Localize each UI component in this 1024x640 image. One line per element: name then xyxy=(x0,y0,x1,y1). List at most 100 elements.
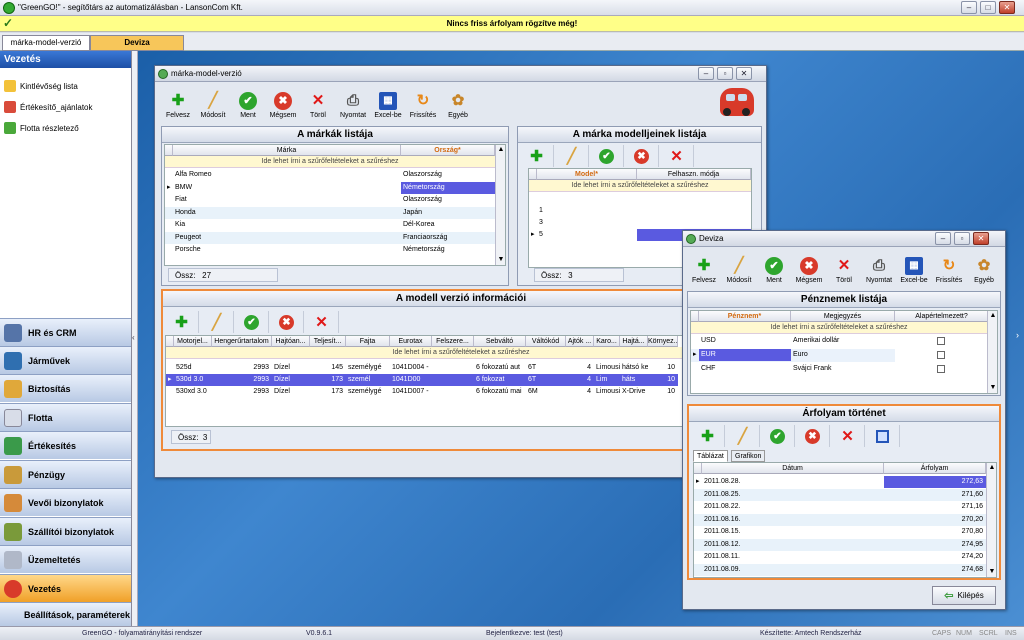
row-indicator[interactable] xyxy=(165,244,173,256)
brand-row[interactable]: Fiat Olaszország xyxy=(165,194,495,206)
grid-cell[interactable]: EUR xyxy=(699,349,791,361)
currency-row[interactable]: ▸ EUR Euro xyxy=(691,349,945,362)
grid-cell[interactable]: személygé xyxy=(346,386,390,398)
history-row[interactable]: 2011.08.25. 271,60 xyxy=(694,488,986,501)
grid-cell[interactable]: 2011.08.09. xyxy=(702,564,884,576)
currency-row[interactable]: CHF Svájci Frank xyxy=(691,363,945,376)
col-datum[interactable]: Dátum xyxy=(702,463,884,474)
row-indicator[interactable] xyxy=(165,232,173,244)
delete-icon[interactable]: ✕ xyxy=(660,145,694,167)
grid-cell[interactable]: 271,60 xyxy=(884,489,986,501)
grid-cell[interactable]: 1 xyxy=(537,205,637,217)
row-indicator[interactable] xyxy=(694,539,702,551)
ment-button[interactable]: ✔ Ment xyxy=(231,84,265,122)
grid-cell[interactable]: Németország xyxy=(401,181,495,194)
close-button[interactable]: ✕ xyxy=(999,1,1015,14)
grid-cell[interactable]: 173 xyxy=(310,374,346,386)
group-vevoi-bizonylatok[interactable]: Vevői bizonylatok xyxy=(0,488,131,516)
grid-cell[interactable]: 1041D007 - xyxy=(390,386,432,398)
history-row[interactable]: ▸ 2011.08.28. 272,63 xyxy=(694,476,986,488)
col-header[interactable]: Felszere... xyxy=(432,336,474,347)
grid-cell[interactable]: Franciaország xyxy=(401,232,495,244)
grid-cell[interactable]: 5 xyxy=(537,229,637,241)
grid-cell[interactable]: Amerikai dollár xyxy=(791,335,895,347)
grid-cell[interactable]: Kia xyxy=(173,219,401,231)
close-button[interactable]: ✕ xyxy=(736,67,752,80)
copy-icon[interactable] xyxy=(866,425,900,447)
grid-cell[interactable]: 2011.08.16. xyxy=(702,514,884,526)
row-indicator[interactable]: ▸ xyxy=(691,349,699,361)
edit-icon[interactable]: ╱ xyxy=(200,311,234,333)
tab-grafikon[interactable]: Grafikon xyxy=(731,450,766,462)
col-model[interactable]: Model* xyxy=(537,169,637,180)
restore-button[interactable]: ▫ xyxy=(717,67,733,80)
col-header[interactable]: Hajtóan... xyxy=(272,336,310,347)
col-header[interactable]: Ajtók ... xyxy=(566,336,594,347)
currencies-scrollbar[interactable]: ▲ ▼ xyxy=(987,311,997,393)
megsem-button[interactable]: ✖ Mégsem xyxy=(792,249,826,287)
brand-row[interactable]: Peugeot Franciaország xyxy=(165,231,495,244)
grid-cell[interactable]: 1041D004 - xyxy=(390,362,432,374)
grid-cell[interactable]: 2011.08.25. xyxy=(702,489,884,501)
row-indicator[interactable] xyxy=(165,219,173,231)
grid-cell[interactable]: 10 xyxy=(648,374,678,386)
group-flotta[interactable]: Flotta xyxy=(0,403,131,431)
nav-item-kintlevoseg[interactable]: Kintlévőség lista xyxy=(4,79,78,93)
grid-cell[interactable]: Dél-Korea xyxy=(401,219,495,231)
grid-cell[interactable]: Limousi xyxy=(594,386,620,398)
grid-cell[interactable]: Dízel xyxy=(272,374,310,386)
grid-cell[interactable]: 2011.08.22. xyxy=(702,501,884,513)
row-indicator[interactable]: ▸ xyxy=(166,374,174,386)
torol-button[interactable]: ✕ Töröl xyxy=(827,249,861,287)
currency-row[interactable]: USD Amerikai dollár xyxy=(691,335,945,348)
cancel-icon[interactable]: ✖ xyxy=(796,425,830,447)
grid-cell[interactable] xyxy=(432,374,474,386)
row-indicator[interactable]: ▸ xyxy=(694,476,702,488)
group-penzugy[interactable]: Pénzügy xyxy=(0,460,131,488)
save-icon[interactable]: ✔ xyxy=(590,145,624,167)
model-row[interactable]: 1 xyxy=(529,205,751,217)
torol-button[interactable]: ✕ Töröl xyxy=(301,84,335,122)
brand-row[interactable]: Kia Dél-Korea xyxy=(165,219,495,231)
frissites-button[interactable]: ↻ Frissítés xyxy=(406,84,440,122)
filter-row[interactable]: Ide lehet írni a szűrőfeltételeket a szű… xyxy=(165,156,495,168)
history-row[interactable]: 2011.08.11. 274,20 xyxy=(694,551,986,563)
grid-cell[interactable] xyxy=(432,386,474,398)
group-uzemeltetes[interactable]: Üzemeltetés xyxy=(0,545,131,573)
col-header[interactable]: Hengerűrtartalom xyxy=(212,336,272,347)
col-felhasznalas[interactable]: Felhaszn. módja xyxy=(637,169,751,180)
grid-cell[interactable]: X-Drive xyxy=(620,386,648,398)
col-header[interactable]: Hajtá... xyxy=(620,336,648,347)
grid-cell[interactable]: 3 xyxy=(537,217,637,229)
nyomtat-button[interactable]: ⎙ Nyomtat xyxy=(862,249,896,287)
ment-button[interactable]: ✔ Ment xyxy=(757,249,791,287)
egyeb-button[interactable]: ✿ Egyéb xyxy=(441,84,475,122)
nyomtat-button[interactable]: ⎙ Nyomtat xyxy=(336,84,370,122)
delete-icon[interactable]: ✕ xyxy=(305,311,339,333)
grid-cell[interactable]: 530d 3.0 xyxy=(174,374,212,386)
grid-cell[interactable]: 173 xyxy=(310,386,346,398)
filter-row[interactable]: Ide lehet írni a szűrőfeltételeket a szű… xyxy=(691,322,987,334)
grid-cell[interactable]: 2993 xyxy=(212,386,272,398)
grid-cell[interactable]: hátsó ke xyxy=(620,362,648,374)
maximize-button[interactable]: □ xyxy=(980,1,996,14)
col-penznem[interactable]: Pénznem* xyxy=(699,311,791,322)
cancel-icon[interactable]: ✖ xyxy=(270,311,304,333)
col-header[interactable]: Eurotax xyxy=(390,336,432,347)
grid-cell[interactable]: háts xyxy=(620,374,648,386)
modosit-button[interactable]: ╱ Módosít xyxy=(722,249,756,287)
felvesz-button[interactable]: ✚ Felvesz xyxy=(161,84,195,122)
grid-cell[interactable]: 6 fokozat xyxy=(474,374,526,386)
grid-cell[interactable]: 530xd 3.0 xyxy=(174,386,212,398)
grid-cell[interactable]: 10 xyxy=(648,362,678,374)
add-icon[interactable]: ✚ xyxy=(520,145,554,167)
row-indicator[interactable] xyxy=(694,551,702,563)
grid-cell[interactable]: 6 fokozatú mai xyxy=(474,386,526,398)
row-indicator[interactable] xyxy=(165,169,173,181)
col-header[interactable]: Motorjel... xyxy=(174,336,212,347)
grid-cell[interactable]: 274,68 xyxy=(884,564,986,576)
model-row[interactable]: 3 xyxy=(529,217,751,229)
tab-deviza[interactable]: Deviza xyxy=(90,35,184,51)
tab-tablazat[interactable]: Táblázat xyxy=(693,450,728,462)
grid-cell[interactable]: Olaszország xyxy=(401,194,495,206)
